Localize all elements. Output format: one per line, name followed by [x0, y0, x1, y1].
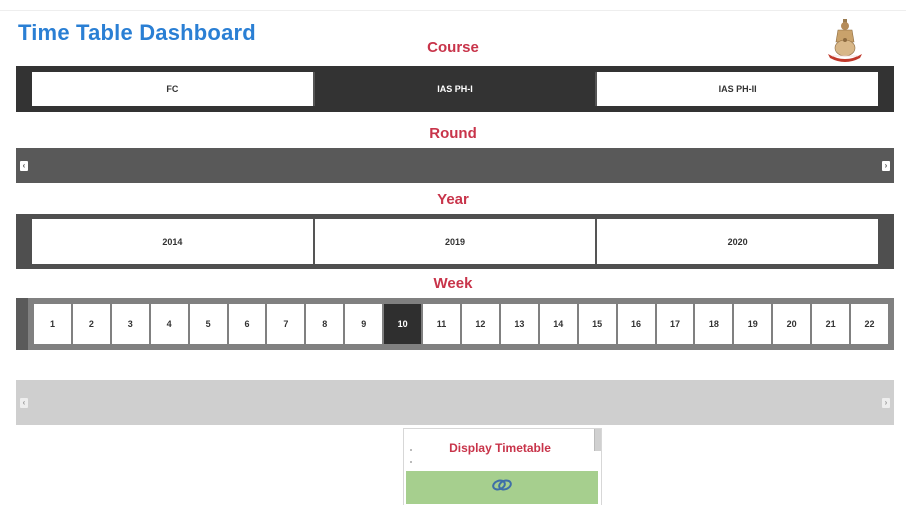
week-slicer: 1 2 3 4 5 6 7 8 9 10 11 12 13 14 15 16 17 18 19 20 21 22 [16, 298, 894, 350]
display-timetable-button[interactable] [406, 471, 598, 504]
panel-scrollbar[interactable] [594, 429, 601, 451]
top-divider [0, 10, 906, 11]
week-option-7[interactable]: 7 [267, 304, 305, 344]
week-option-17[interactable]: 17 [656, 304, 694, 344]
week-option-14[interactable]: 14 [539, 304, 577, 344]
course-option-fc[interactable]: FC [32, 72, 315, 106]
round-label: Round [429, 125, 477, 142]
empty-slicer: ‹ › [16, 380, 894, 425]
chevron-right-icon[interactable]: › [882, 161, 890, 171]
round-slicer: ‹ › [16, 148, 894, 183]
year-slicer: 2014 2019 2020 [16, 214, 894, 269]
display-timetable-label: Display Timetable [449, 441, 551, 455]
week-option-12[interactable]: 12 [461, 304, 499, 344]
week-option-1[interactable]: 1 [34, 304, 71, 344]
week-option-15[interactable]: 15 [578, 304, 616, 344]
week-option-2[interactable]: 2 [72, 304, 110, 344]
week-option-11[interactable]: 11 [423, 304, 460, 344]
week-option-8[interactable]: 8 [306, 304, 344, 344]
week-option-10[interactable]: 10 [384, 304, 422, 344]
week-option-18[interactable]: 18 [695, 304, 733, 344]
year-label: Year [437, 191, 469, 208]
panel-dot [410, 449, 412, 451]
year-option-2020[interactable]: 2020 [597, 219, 879, 264]
week-option-5[interactable]: 5 [189, 304, 227, 344]
course-slicer: FC IAS PH-I IAS PH-II [16, 66, 894, 112]
course-label: Course [427, 39, 479, 56]
week-option-3[interactable]: 3 [111, 304, 149, 344]
year-option-2014[interactable]: 2014 [32, 219, 315, 264]
week-label: Week [433, 275, 473, 292]
week-option-19[interactable]: 19 [734, 304, 772, 344]
chevron-right-icon[interactable]: › [882, 398, 890, 408]
week-option-21[interactable]: 21 [812, 304, 850, 344]
course-option-ias-ph-i[interactable]: IAS PH-I [314, 72, 598, 106]
timetable-panel: Display Timetable [403, 428, 602, 505]
week-option-22[interactable]: 22 [851, 304, 888, 344]
chevron-left-icon[interactable]: ‹ [20, 161, 28, 171]
course-option-ias-ph-ii[interactable]: IAS PH-II [597, 72, 879, 106]
link-icon [490, 477, 514, 498]
year-option-2019[interactable]: 2019 [314, 219, 598, 264]
week-option-6[interactable]: 6 [228, 304, 266, 344]
week-option-16[interactable]: 16 [617, 304, 655, 344]
panel-dot [410, 461, 412, 463]
week-option-4[interactable]: 4 [150, 304, 188, 344]
week-option-13[interactable]: 13 [500, 304, 538, 344]
week-option-20[interactable]: 20 [773, 304, 811, 344]
week-option-9[interactable]: 9 [345, 304, 383, 344]
chevron-left-icon[interactable]: ‹ [20, 398, 28, 408]
